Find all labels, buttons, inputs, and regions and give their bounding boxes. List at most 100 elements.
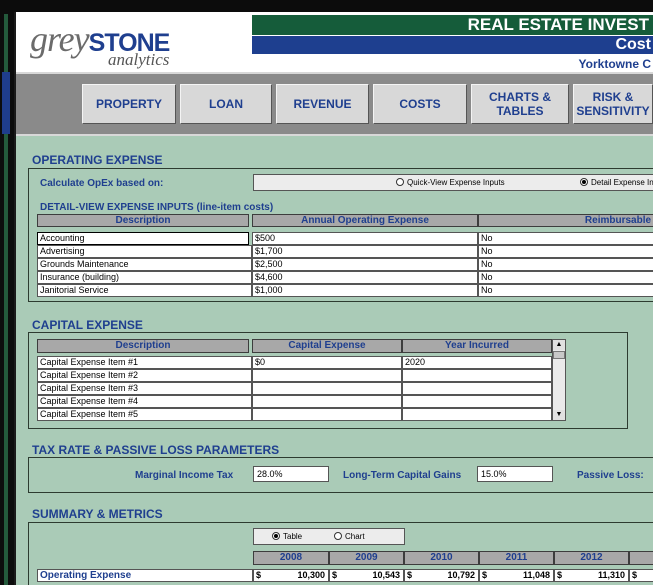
opex-desc-cell[interactable]: Accounting xyxy=(37,232,249,245)
table-radio-icon xyxy=(272,532,280,540)
capex-amount-cell[interactable] xyxy=(252,369,402,382)
capex-desc-cell[interactable]: Capital Expense Item #4 xyxy=(37,395,252,408)
currency-symbol: $ xyxy=(256,570,262,580)
opex-reimb-cell[interactable]: No xyxy=(478,245,653,258)
opex-reimb-cell[interactable]: No xyxy=(478,284,653,297)
opex-detail-view-option[interactable]: Detail Expense In xyxy=(580,178,653,187)
summary-value-cell: $ 11,310 xyxy=(554,569,629,582)
currency-symbol: $ xyxy=(482,570,488,580)
currency-symbol: $ xyxy=(632,570,638,580)
capex-year-cell[interactable]: 2020 xyxy=(402,356,552,369)
opex-amount-cell[interactable]: $1,700 xyxy=(252,245,478,258)
detail-view-radio-icon xyxy=(580,178,588,186)
tax-section-title: TAX RATE & PASSIVE LOSS PARAMETERS xyxy=(32,443,280,457)
logo-analytics-text: analytics xyxy=(108,50,170,69)
costs-content: OPERATING EXPENSE Calculate OpEx based o… xyxy=(16,136,653,585)
nav-loan-button[interactable]: LOAN xyxy=(180,84,272,124)
summary-chart-option[interactable]: Chart xyxy=(334,532,365,541)
logo-grey-text: grey xyxy=(30,19,90,59)
opex-reimb-cell[interactable]: No xyxy=(478,232,653,245)
year-header: 2010 xyxy=(404,551,479,565)
capital-gains-input[interactable]: 15.0% xyxy=(477,466,553,482)
year-header: 2011 xyxy=(479,551,554,565)
currency-symbol: $ xyxy=(407,570,413,580)
page-title: REAL ESTATE INVEST xyxy=(252,15,653,35)
opex-reimb-cell[interactable]: No xyxy=(478,271,653,284)
capex-desc-cell[interactable]: Capital Expense Item #5 xyxy=(37,408,252,421)
opex-panel: Calculate OpEx based on: Quick-View Expe… xyxy=(28,168,653,302)
year-header: 2008 xyxy=(253,551,329,565)
opex-calc-label: Calculate OpEx based on: xyxy=(40,178,164,189)
opex-desc-cell[interactable]: Janitorial Service xyxy=(37,284,252,297)
summary-value: 11,048 xyxy=(522,570,550,580)
chart-option-label: Chart xyxy=(345,532,365,541)
capex-col-description: Description xyxy=(37,339,249,353)
header: greySTONE analytics REAL ESTATE INVEST C… xyxy=(16,12,653,72)
capex-amount-cell[interactable]: $0 xyxy=(252,356,402,369)
capex-amount-cell[interactable] xyxy=(252,382,402,395)
marginal-income-tax-input[interactable]: 28.0% xyxy=(253,466,329,482)
opex-amount-cell[interactable]: $1,000 xyxy=(252,284,478,297)
nav-costs-button[interactable]: COSTS xyxy=(373,84,467,124)
capex-year-cell[interactable] xyxy=(402,382,552,395)
left-selection-marker xyxy=(2,72,10,134)
opex-desc-cell[interactable]: Grounds Maintenance xyxy=(37,258,252,271)
summary-value: 10,543 xyxy=(372,570,400,580)
capex-col-year: Year Incurred xyxy=(402,339,552,353)
summary-section-title: SUMMARY & METRICS xyxy=(32,507,163,521)
summary-view-selector: Table Chart xyxy=(253,528,405,545)
summary-value: 10,792 xyxy=(447,570,475,580)
opex-amount-cell[interactable]: $4,600 xyxy=(252,271,478,284)
opex-desc-cell[interactable]: Advertising xyxy=(37,245,252,258)
summary-value: 10,300 xyxy=(297,570,325,580)
opex-section-title: OPERATING EXPENSE xyxy=(32,153,163,167)
scroll-up-icon[interactable]: ▲ xyxy=(553,340,565,350)
table-option-label: Table xyxy=(283,532,303,541)
opex-calc-selector: Quick-View Expense Inputs Detail Expense… xyxy=(253,174,653,191)
property-name: Yorktowne C xyxy=(578,57,651,71)
capex-year-cell[interactable] xyxy=(402,408,552,421)
year-header: 2012 xyxy=(554,551,629,565)
capex-section-title: CAPITAL EXPENSE xyxy=(32,318,143,332)
capex-amount-cell[interactable] xyxy=(252,395,402,408)
opex-quick-view-option[interactable]: Quick-View Expense Inputs xyxy=(396,178,505,187)
nav-charts-tables-button[interactable]: CHARTS & TABLES xyxy=(471,84,569,124)
capex-year-cell[interactable] xyxy=(402,395,552,408)
nav-property-button[interactable]: PROPERTY xyxy=(82,84,176,124)
opex-col-annual: Annual Operating Expense xyxy=(252,214,478,227)
opex-desc-cell[interactable]: Insurance (building) xyxy=(37,271,252,284)
opex-amount-cell[interactable]: $500 xyxy=(252,232,478,245)
nav-risk-sensitivity-button[interactable]: RISK & SENSITIVITY xyxy=(573,84,653,124)
capex-col-amount: Capital Expense xyxy=(252,339,402,353)
year-header-overflow xyxy=(629,551,653,565)
chart-radio-icon xyxy=(334,532,342,540)
scroll-thumb[interactable] xyxy=(553,351,565,359)
quick-view-radio-icon xyxy=(396,178,404,186)
summary-value-cell: $ 11,048 xyxy=(479,569,554,582)
summary-table-option[interactable]: Table xyxy=(272,532,302,541)
summary-value-cell: $ 10,300 xyxy=(253,569,329,582)
opex-col-description: Description xyxy=(37,214,249,227)
opex-reimb-cell[interactable]: No xyxy=(478,258,653,271)
summary-value-cell: $ xyxy=(629,569,653,582)
marginal-income-tax-label: Marginal Income Tax xyxy=(135,470,234,481)
capital-gains-label: Long-Term Capital Gains xyxy=(343,470,462,481)
summary-value: 11,310 xyxy=(597,570,625,580)
capex-year-cell[interactable] xyxy=(402,369,552,382)
summary-value-cell: $ 10,792 xyxy=(404,569,479,582)
capex-desc-cell[interactable]: Capital Expense Item #1 xyxy=(37,356,252,369)
window-top-border xyxy=(14,0,653,12)
summary-panel: Table Chart 2008 2009 2010 2011 2012 Ope… xyxy=(28,522,653,585)
opex-amount-cell[interactable]: $2,500 xyxy=(252,258,478,271)
currency-symbol: $ xyxy=(557,570,563,580)
passive-loss-label: Passive Loss: xyxy=(577,470,644,481)
opex-detail-title: DETAIL-VIEW EXPENSE INPUTS (line-item co… xyxy=(40,202,274,213)
nav-revenue-button[interactable]: REVENUE xyxy=(276,84,369,124)
capex-amount-cell[interactable] xyxy=(252,408,402,421)
capex-desc-cell[interactable]: Capital Expense Item #2 xyxy=(37,369,252,382)
capex-scrollbar[interactable]: ▲ ▼ xyxy=(552,339,566,421)
capex-desc-cell[interactable]: Capital Expense Item #3 xyxy=(37,382,252,395)
scroll-down-icon[interactable]: ▼ xyxy=(553,410,565,420)
currency-symbol: $ xyxy=(332,570,338,580)
year-header: 2009 xyxy=(329,551,404,565)
